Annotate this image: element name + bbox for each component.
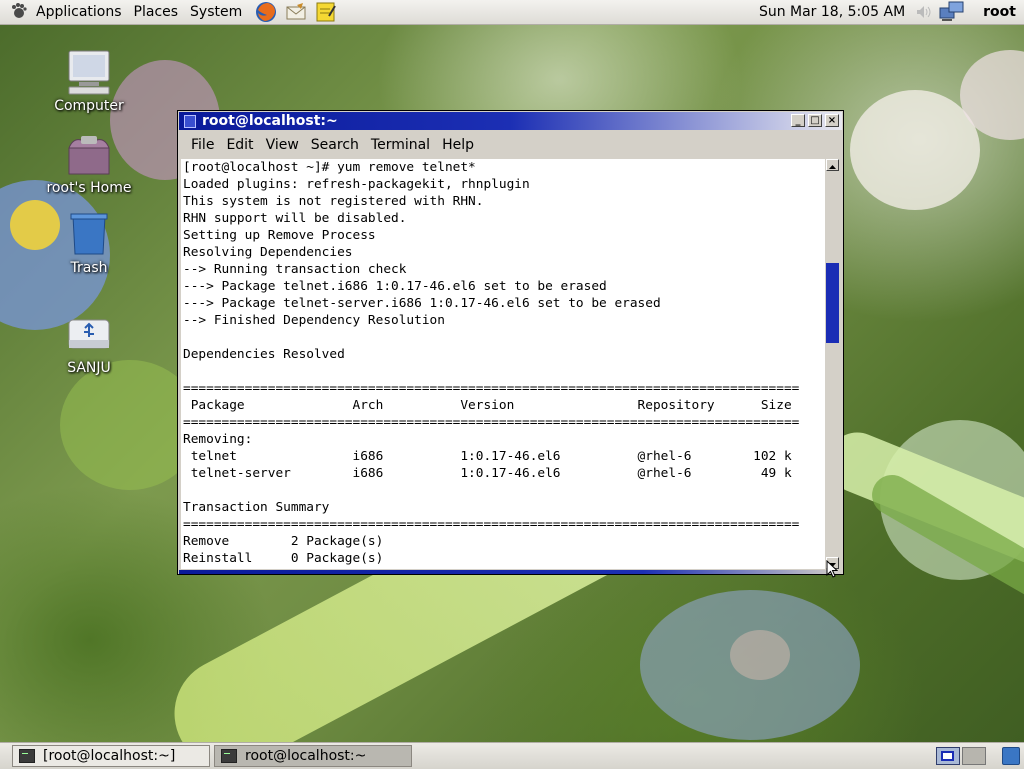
desktop-icon-home[interactable]: root's Home <box>44 130 134 196</box>
usb-drive-icon <box>65 310 113 358</box>
volume-icon[interactable] <box>915 3 933 21</box>
workspace-2[interactable] <box>962 747 986 765</box>
desktop-icon-label: SANJU <box>67 360 111 376</box>
menu-edit[interactable]: Edit <box>220 134 259 156</box>
desktop-icon-label: Trash <box>70 260 108 276</box>
menu-search[interactable]: Search <box>305 134 365 156</box>
terminal-titlebar[interactable]: root@localhost:~ _ □ × <box>179 112 842 130</box>
top-panel: Applications Places System Sun Mar 18, 5… <box>0 0 1024 25</box>
menu-help[interactable]: Help <box>436 134 480 156</box>
vertical-scrollbar[interactable] <box>826 159 839 569</box>
menu-view[interactable]: View <box>260 134 305 156</box>
mouse-pointer-icon <box>826 560 838 578</box>
taskbar-button-active[interactable]: root@localhost:~ <box>214 745 412 767</box>
terminal-menubar: File Edit View Search Terminal Help <box>179 132 842 158</box>
panel-clock[interactable]: Sun Mar 18, 5:05 AM <box>749 4 915 20</box>
scroll-up-arrow[interactable] <box>826 159 839 171</box>
terminal-window: root@localhost:~ _ □ × File Edit View Se… <box>177 110 844 575</box>
terminal-output[interactable]: [root@localhost ~]# yum remove telnet* L… <box>181 159 825 569</box>
home-folder-icon <box>65 130 113 178</box>
firefox-icon[interactable] <box>254 1 278 23</box>
notes-icon[interactable] <box>314 1 338 23</box>
places-menu[interactable]: Places <box>128 0 185 24</box>
menu-terminal[interactable]: Terminal <box>365 134 436 156</box>
computer-icon <box>65 48 113 96</box>
minimize-button[interactable]: _ <box>791 114 805 127</box>
window-menu-icon[interactable] <box>184 115 196 128</box>
terminal-text: [root@localhost ~]# yum remove telnet* L… <box>183 160 800 566</box>
task-label: root@localhost:~ <box>245 748 367 764</box>
maximize-button[interactable]: □ <box>808 114 822 127</box>
terminal-icon <box>19 749 35 763</box>
user-menu[interactable]: root <box>975 4 1024 20</box>
window-bottom-border <box>179 570 842 574</box>
task-label: [root@localhost:~] <box>43 748 176 764</box>
scrollbar-thumb[interactable] <box>826 263 839 343</box>
desktop-icon-computer[interactable]: Computer <box>44 48 134 114</box>
panel-trash-icon[interactable] <box>1002 747 1020 765</box>
close-button[interactable]: × <box>825 114 839 127</box>
terminal-icon <box>221 749 237 763</box>
taskbar-button[interactable]: [root@localhost:~] <box>12 745 210 767</box>
applications-menu[interactable]: Applications <box>30 0 128 24</box>
network-icon[interactable] <box>939 1 965 23</box>
desktop-icon-sanju[interactable]: SANJU <box>44 310 134 376</box>
trash-icon <box>65 210 113 258</box>
desktop-icon-label: Computer <box>54 98 124 114</box>
desktop-icon-label: root's Home <box>46 180 132 196</box>
menu-file[interactable]: File <box>185 134 220 156</box>
workspace-1[interactable] <box>936 747 960 765</box>
window-title: root@localhost:~ <box>202 113 338 129</box>
desktop-icon-trash[interactable]: Trash <box>44 210 134 276</box>
mail-icon[interactable] <box>284 1 308 23</box>
gnome-foot-icon[interactable] <box>8 2 28 22</box>
system-menu[interactable]: System <box>184 0 248 24</box>
bottom-panel: [root@localhost:~] root@localhost:~ <box>0 742 1024 769</box>
